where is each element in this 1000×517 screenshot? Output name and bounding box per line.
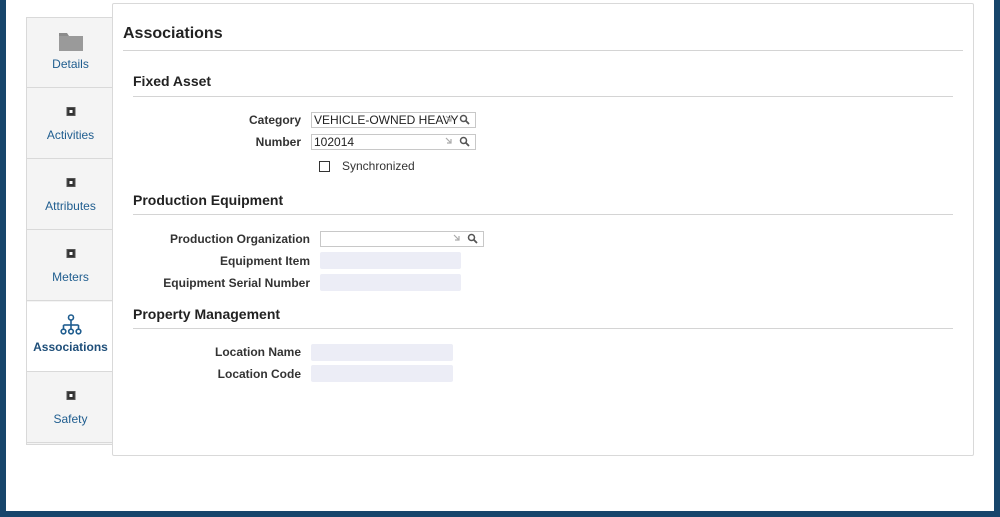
tab-label-safety: Safety: [53, 412, 88, 426]
tab-label-meters: Meters: [52, 270, 89, 284]
tab-label-associations: Associations: [33, 340, 108, 354]
search-icon[interactable]: [459, 136, 470, 147]
section-title-fixed-asset: Fixed Asset: [133, 73, 212, 89]
number-field[interactable]: 102014: [311, 134, 476, 150]
attributes-icon: [66, 178, 75, 187]
location-name-label: Location Name: [214, 345, 301, 359]
tab-safety[interactable]: Safety: [27, 373, 114, 443]
synchronized-label: Synchronized: [342, 159, 415, 173]
tab-details[interactable]: Details: [27, 18, 114, 88]
tab-associations[interactable]: Associations: [27, 302, 114, 372]
location-code-field: [311, 365, 453, 382]
autocomplete-arrow-icon: [445, 137, 452, 144]
hierarchy-icon: [59, 314, 82, 335]
section-divider: [133, 96, 953, 97]
search-icon[interactable]: [467, 233, 478, 244]
equipment-item-label: Equipment Item: [219, 254, 310, 268]
location-name-field: [311, 344, 453, 361]
title-divider: [123, 50, 963, 51]
tab-label-activities: Activities: [46, 128, 95, 142]
synchronized-checkbox[interactable]: [319, 161, 330, 172]
category-label: Category: [248, 113, 301, 127]
section-title-property-management: Property Management: [133, 306, 281, 322]
folder-icon: [58, 33, 83, 51]
category-field[interactable]: VEHICLE-OWNED HEAVY: [311, 112, 476, 128]
tab-attributes[interactable]: Attributes: [27, 160, 114, 230]
equipment-serial-number-label: Equipment Serial Number: [163, 276, 310, 290]
section-title-production-equipment: Production Equipment: [133, 192, 284, 208]
autocomplete-arrow-icon: [453, 234, 460, 241]
location-code-label: Location Code: [217, 367, 301, 381]
activities-icon: [66, 107, 75, 116]
tab-label-attributes: Attributes: [45, 199, 96, 213]
search-icon[interactable]: [459, 114, 470, 125]
production-organization-label: Production Organization: [170, 232, 310, 246]
main-window: Details Activities Attributes Meters Ass…: [6, 0, 994, 511]
section-divider: [133, 214, 953, 215]
vertical-tab-strip: Details Activities Attributes Meters Ass…: [26, 17, 114, 445]
autocomplete-arrow-icon: [445, 115, 452, 122]
tab-activities[interactable]: Activities: [27, 89, 114, 159]
tab-meters[interactable]: Meters: [27, 231, 114, 301]
number-label: Number: [255, 135, 301, 149]
equipment-serial-number-field: [320, 274, 461, 291]
section-divider: [133, 328, 953, 329]
tab-label-details: Details: [52, 57, 89, 71]
meters-icon: [66, 249, 75, 258]
production-organization-field[interactable]: [320, 231, 484, 247]
number-value: 102014: [314, 135, 355, 149]
safety-icon: [66, 391, 75, 400]
category-value: VEHICLE-OWNED HEAVY: [314, 113, 459, 127]
page-title: Associations: [123, 25, 223, 42]
equipment-item-field: [320, 252, 461, 269]
associations-panel: Associations Fixed Asset Category VEHICL…: [112, 3, 974, 456]
